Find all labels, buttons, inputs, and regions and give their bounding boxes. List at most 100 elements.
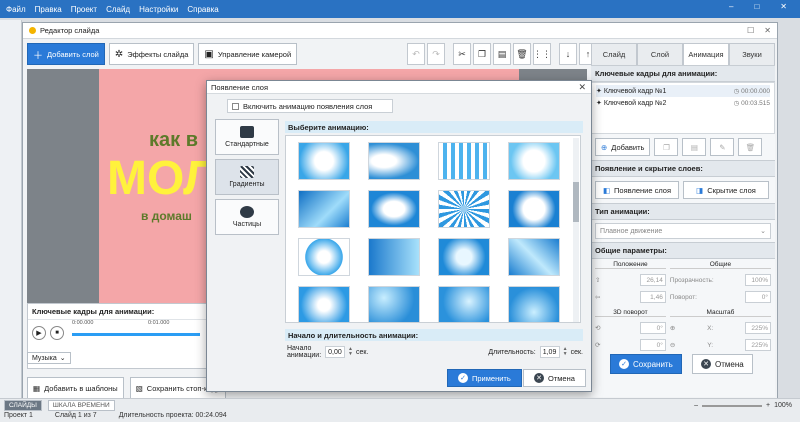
add-keyframe-button[interactable]: ⊕ Добавить — [595, 138, 651, 156]
enable-appear-checkbox[interactable]: Включить анимацию появления слоя — [227, 99, 393, 113]
tab-layer[interactable]: Слой — [637, 43, 683, 65]
animation-thumbnail[interactable] — [368, 286, 420, 322]
close-icon[interactable]: ✕ — [764, 26, 771, 35]
appear-layer-button[interactable]: ◧ Появление слоя — [595, 181, 679, 199]
plus-icon: ⊕ — [601, 142, 608, 152]
animation-thumbnail[interactable] — [508, 238, 560, 276]
align-icon[interactable]: ⋮⋮ — [533, 43, 551, 65]
close-icon[interactable]: ✕ — [578, 82, 586, 93]
cut-icon[interactable]: ✂ — [453, 43, 471, 65]
music-button[interactable]: Музыка ⌄ — [27, 352, 71, 364]
undo-icon[interactable]: ↶ — [407, 43, 425, 65]
start-input[interactable]: 0,00 — [325, 346, 346, 358]
animation-thumbnail[interactable] — [298, 238, 350, 276]
slide-text-line1[interactable]: как в — [149, 129, 198, 152]
menu-edit[interactable]: Правка — [35, 5, 62, 14]
menu-file[interactable]: Файл — [6, 5, 26, 14]
stop-button[interactable]: ■ — [50, 326, 64, 340]
category-standard[interactable]: Стандартные — [215, 119, 279, 155]
menu-slide[interactable]: Слайд — [106, 5, 130, 14]
animation-thumbnail[interactable] — [368, 142, 420, 180]
keyframe-actions: ⊕ Добавить ❐ ▤ ✎ 🗑 — [591, 134, 775, 160]
project-duration: Длительность проекта: 00:24.094 — [118, 412, 227, 419]
paste-icon[interactable]: ▤ — [493, 43, 511, 65]
tab-timeline[interactable]: ШКАЛА ВРЕМЕНИ — [47, 400, 115, 411]
spinner-icon[interactable]: ▲ ▼ — [348, 347, 353, 357]
add-template-button[interactable]: ▦ Добавить в шаблоны — [27, 377, 124, 399]
zoom-slider[interactable] — [702, 404, 762, 407]
redo-icon[interactable]: ↷ — [427, 43, 445, 65]
zoom-in-icon[interactable]: + — [766, 402, 770, 409]
copy-icon[interactable]: ❐ — [654, 138, 679, 156]
copy-icon[interactable]: ❐ — [473, 43, 491, 65]
animation-thumbnail[interactable] — [298, 190, 350, 228]
rotation-field[interactable]: 0° — [745, 291, 771, 303]
list-item[interactable]: ✦ Ключевой кадр №1 ◷ 00:00.000 — [596, 85, 770, 97]
slide-text-line3[interactable]: в домаш — [141, 209, 192, 223]
animation-thumbnail[interactable] — [438, 286, 490, 322]
list-item[interactable]: ✦ Ключевой кадр №2 ◷ 00:03.515 — [596, 97, 770, 109]
layer-out-icon: ◨ — [696, 185, 704, 195]
minimize-icon[interactable]: – — [729, 2, 733, 11]
category-particles[interactable]: Частицы — [215, 199, 279, 235]
scrollbar[interactable] — [573, 138, 579, 322]
delete-icon[interactable]: 🗑 — [738, 138, 763, 156]
animation-thumbnail[interactable] — [298, 286, 350, 322]
menu-help[interactable]: Справка — [187, 5, 218, 14]
slide-text-line2[interactable]: МОЛ — [107, 151, 217, 206]
tab-sounds[interactable]: Звуки — [729, 43, 775, 65]
apply-button[interactable]: ✓ Применить — [447, 369, 522, 387]
maximize-icon[interactable]: □ — [754, 2, 759, 11]
slide-effects-button[interactable]: ✲ Эффекты слайда — [108, 43, 195, 65]
hide-layer-button[interactable]: ◨ Скрытие слоя — [683, 181, 769, 199]
timeline-track[interactable] — [72, 333, 200, 336]
pos-x-field[interactable]: 26,14 — [639, 274, 666, 286]
arrow-down-icon[interactable]: ↓ — [559, 43, 577, 65]
animation-thumbnail[interactable] — [508, 286, 560, 322]
category-gradients[interactable]: Градиенты — [215, 159, 279, 195]
play-button[interactable]: ▶ — [32, 326, 46, 340]
tab-animation[interactable]: Анимация — [683, 43, 729, 65]
paste-icon[interactable]: ▤ — [682, 138, 707, 156]
properties-tabs: Слайд Слой Анимация Звуки — [591, 43, 775, 65]
delete-icon[interactable]: 🗑 — [513, 43, 531, 65]
rot3d-a-field[interactable]: 0° — [639, 322, 666, 334]
scroll-thumb[interactable] — [573, 182, 579, 222]
scale-label: Масштаб — [669, 309, 771, 317]
menu-settings[interactable]: Настройки — [139, 5, 178, 14]
camera-control-button[interactable]: ▣ Управление камерой — [198, 43, 298, 65]
animation-thumbnail[interactable] — [438, 142, 490, 180]
duration-input[interactable]: 1,09 — [539, 346, 560, 358]
animation-thumbnail[interactable] — [508, 142, 560, 180]
animation-thumbnail[interactable] — [438, 238, 490, 276]
animation-thumbnail[interactable] — [368, 190, 420, 228]
opacity-field[interactable]: 100% — [745, 274, 771, 286]
spinner-icon[interactable]: ▲ ▼ — [563, 347, 568, 357]
zoom-in-icon[interactable]: ⊕ — [670, 324, 675, 332]
save-button[interactable]: ✓ Сохранить — [610, 354, 682, 374]
maximize-icon[interactable]: ☐ — [747, 26, 754, 35]
tab-slides[interactable]: СЛАЙДЫ — [4, 400, 42, 411]
checkbox[interactable] — [232, 102, 239, 110]
menu-project[interactable]: Проект — [71, 5, 97, 14]
zoom-out-icon[interactable]: – — [694, 402, 698, 409]
scale-y-field[interactable]: 225% — [744, 339, 771, 351]
close-icon[interactable]: ✕ — [780, 2, 787, 11]
animation-thumbnail[interactable] — [368, 238, 420, 276]
tab-slide[interactable]: Слайд — [591, 43, 637, 65]
animation-type-select[interactable]: Плавное движение ⌄ — [595, 223, 771, 239]
arrow-left-icon[interactable]: ⇦ — [595, 293, 600, 301]
scale-x-field[interactable]: 225% — [745, 322, 771, 334]
zoom-out-icon[interactable]: ⊖ — [670, 341, 675, 349]
cancel-button[interactable]: ✕ Отмена — [692, 354, 753, 374]
arrow-up-icon[interactable]: ⇧ — [595, 276, 600, 284]
animation-thumbnail[interactable] — [298, 142, 350, 180]
animation-thumbnail[interactable] — [438, 190, 490, 228]
editor-bottom-buttons: ▦ Добавить в шаблоны ▧ Сохранить стоп-кадр — [27, 377, 227, 399]
rot3d-b-field[interactable]: 0° — [639, 339, 666, 351]
add-layer-button[interactable]: ＋ Добавить слой — [27, 43, 105, 65]
brush-icon[interactable]: ✎ — [710, 138, 735, 156]
animation-thumbnail[interactable] — [508, 190, 560, 228]
dialog-cancel-button[interactable]: ✕ Отмена — [523, 369, 586, 387]
pos-y-field[interactable]: 1,46 — [639, 291, 666, 303]
